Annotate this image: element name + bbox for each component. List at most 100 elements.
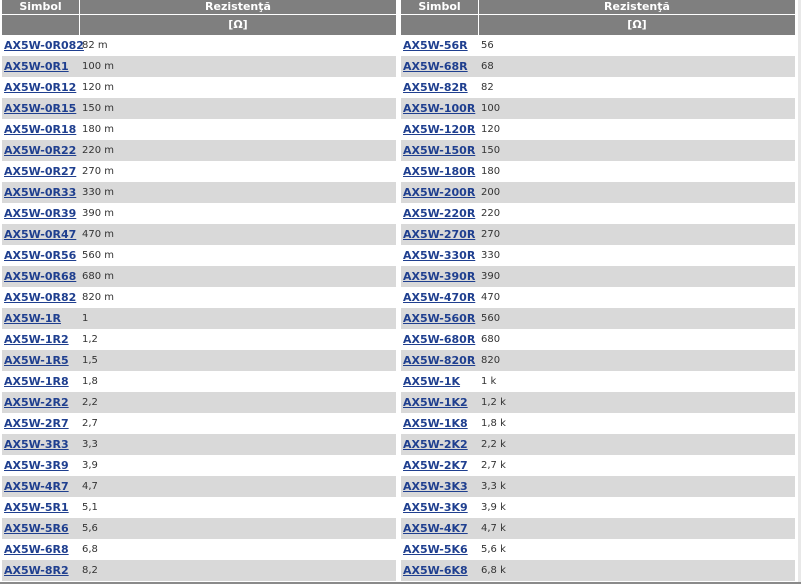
symbol-cell: AX5W-0R22: [2, 140, 80, 161]
table-row: AX5W-0R22 220 m: [2, 140, 396, 161]
left-rows: AX5W-0R082 82 m AX5W-0R1 100 m AX5W-0R12 120 …: [2, 35, 396, 581]
symbol-link[interactable]: AX5W-270R: [403, 228, 475, 241]
symbol-link[interactable]: AX5W-2K7: [403, 459, 468, 472]
table-row: AX5W-0R56 560 m: [2, 245, 396, 266]
symbol-link[interactable]: AX5W-0R33: [4, 186, 76, 199]
symbol-link[interactable]: AX5W-1K2: [403, 396, 468, 409]
symbol-link[interactable]: AX5W-470R: [403, 291, 475, 304]
symbol-link[interactable]: AX5W-2R7: [4, 417, 69, 430]
resistance-value: 270 m: [82, 166, 115, 177]
symbol-link[interactable]: AX5W-0R12: [4, 81, 76, 94]
symbol-link[interactable]: AX5W-200R: [403, 186, 475, 199]
symbol-cell: AX5W-0R082: [2, 35, 84, 56]
table-row: AX5W-0R82 820 m: [2, 287, 396, 308]
symbol-link[interactable]: AX5W-0R68: [4, 270, 76, 283]
resistance-value: 120 m: [82, 82, 115, 93]
symbol-cell: AX5W-3R9: [2, 455, 80, 476]
symbol-cell: AX5W-180R: [401, 161, 479, 182]
symbol-link[interactable]: AX5W-1R2: [4, 333, 69, 346]
resistance-value: 8,2: [82, 565, 98, 576]
table-row: AX5W-390R 390: [401, 266, 795, 287]
symbol-link[interactable]: AX5W-56R: [403, 39, 468, 52]
table-row: AX5W-3R9 3,9: [2, 455, 396, 476]
table-row: AX5W-5K6 5,6 k: [401, 539, 795, 560]
symbol-cell: AX5W-8R2: [2, 560, 80, 581]
resistance-value: 1 k: [481, 376, 497, 387]
symbol-link[interactable]: AX5W-820R: [403, 354, 475, 367]
symbol-link[interactable]: AX5W-3K3: [403, 480, 468, 493]
symbol-link[interactable]: AX5W-390R: [403, 270, 475, 283]
symbol-cell: AX5W-560R: [401, 308, 479, 329]
table-row: AX5W-0R1 100 m: [2, 56, 396, 77]
table-row: AX5W-150R 150: [401, 140, 795, 161]
symbol-link[interactable]: AX5W-150R: [403, 144, 475, 157]
symbol-link[interactable]: AX5W-680R: [403, 333, 475, 346]
symbol-link[interactable]: AX5W-5R6: [4, 522, 69, 535]
symbol-link[interactable]: AX5W-0R1: [4, 60, 69, 73]
resistance-value: 560 m: [82, 250, 115, 261]
symbol-link[interactable]: AX5W-3R9: [4, 459, 69, 472]
symbol-link[interactable]: AX5W-1K8: [403, 417, 468, 430]
symbol-link[interactable]: AX5W-1R8: [4, 375, 69, 388]
symbol-cell: AX5W-0R18: [2, 119, 80, 140]
symbol-link[interactable]: AX5W-0R27: [4, 165, 76, 178]
symbol-link[interactable]: AX5W-5K6: [403, 543, 468, 556]
symbol-link[interactable]: AX5W-0R18: [4, 123, 76, 136]
symbol-link[interactable]: AX5W-4K7: [403, 522, 468, 535]
resistance-value: 2,2: [82, 397, 98, 408]
symbol-link[interactable]: AX5W-8R2: [4, 564, 69, 577]
right-unit-header-row: [Ω]: [401, 15, 795, 35]
table-row: AX5W-8R2 8,2: [2, 560, 396, 581]
table-row: AX5W-1K8 1,8 k: [401, 413, 795, 434]
symbol-link[interactable]: AX5W-120R: [403, 123, 475, 136]
resistance-value: 1: [82, 313, 89, 324]
symbol-link[interactable]: AX5W-5R1: [4, 501, 69, 514]
symbol-link[interactable]: AX5W-6R8: [4, 543, 69, 556]
symbol-link[interactable]: AX5W-0R15: [4, 102, 76, 115]
symbol-link[interactable]: AX5W-82R: [403, 81, 468, 94]
symbol-link[interactable]: AX5W-0R22: [4, 144, 76, 157]
table-row: AX5W-3R3 3,3: [2, 434, 396, 455]
resistance-value: 6,8 k: [481, 565, 506, 576]
right-rows: AX5W-56R 56 AX5W-68R 68 AX5W-82R 82 AX5W-100R 1…: [401, 35, 795, 581]
symbol-cell: AX5W-82R: [401, 77, 479, 98]
symbol-link[interactable]: AX5W-0R82: [4, 291, 76, 304]
resistance-value: 470 m: [82, 229, 115, 240]
symbol-link[interactable]: AX5W-100R: [403, 102, 475, 115]
resistance-value: 1,8 k: [481, 418, 506, 429]
symbol-link[interactable]: AX5W-0R56: [4, 249, 76, 262]
resistance-value: 2,2 k: [481, 439, 506, 450]
table-row: AX5W-6R8 6,8: [2, 539, 396, 560]
table-row: AX5W-3K3 3,3 k: [401, 476, 795, 497]
symbol-link[interactable]: AX5W-0R39: [4, 207, 76, 220]
symbol-link[interactable]: AX5W-2K2: [403, 438, 468, 451]
table-row: AX5W-680R 680: [401, 329, 795, 350]
resistance-value: 5,1: [82, 502, 98, 513]
symbol-link[interactable]: AX5W-1R5: [4, 354, 69, 367]
resistance-value: 200: [481, 187, 501, 198]
symbol-link[interactable]: AX5W-3R3: [4, 438, 69, 451]
symbol-link[interactable]: AX5W-6K8: [403, 564, 468, 577]
symbol-cell: AX5W-5K6: [401, 539, 479, 560]
symbol-link[interactable]: AX5W-0R082: [4, 39, 84, 52]
symbol-link[interactable]: AX5W-68R: [403, 60, 468, 73]
symbol-link[interactable]: AX5W-220R: [403, 207, 475, 220]
symbol-link[interactable]: AX5W-1K: [403, 375, 460, 388]
symbol-link[interactable]: AX5W-2R2: [4, 396, 69, 409]
right-resistance-header: Rezistenţă: [604, 0, 670, 13]
table-row: AX5W-5R1 5,1: [2, 497, 396, 518]
symbol-link[interactable]: AX5W-1R: [4, 312, 61, 325]
symbol-link[interactable]: AX5W-3K9: [403, 501, 468, 514]
symbol-link[interactable]: AX5W-330R: [403, 249, 475, 262]
symbol-link[interactable]: AX5W-180R: [403, 165, 475, 178]
symbol-cell: AX5W-0R68: [2, 266, 80, 287]
symbol-cell: AX5W-56R: [401, 35, 479, 56]
symbol-link[interactable]: AX5W-0R47: [4, 228, 76, 241]
resistance-value: 390: [481, 271, 501, 282]
symbol-link[interactable]: AX5W-4R7: [4, 480, 69, 493]
table-row: AX5W-200R 200: [401, 182, 795, 203]
resistance-value: 560: [481, 313, 501, 324]
symbol-link[interactable]: AX5W-560R: [403, 312, 475, 325]
symbol-cell: AX5W-820R: [401, 350, 479, 371]
resistance-value: 330 m: [82, 187, 115, 198]
